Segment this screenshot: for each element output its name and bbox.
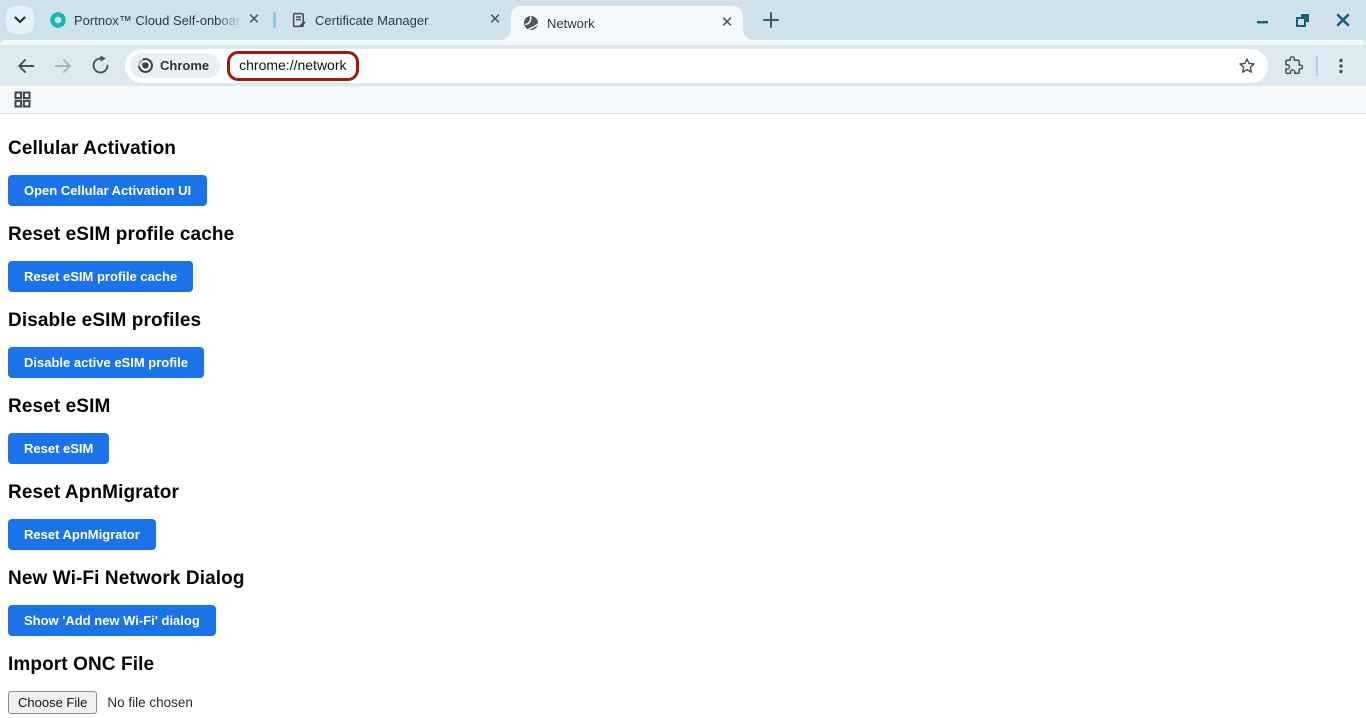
section-heading: Reset eSIM bbox=[8, 396, 111, 417]
onc-file-input-row: Choose File No file chosen bbox=[8, 691, 1366, 714]
tab-certificate-manager[interactable]: Certificate Manager ✕ bbox=[279, 3, 511, 37]
forward-button[interactable] bbox=[51, 54, 75, 78]
close-tab-icon[interactable]: ✕ bbox=[719, 15, 735, 31]
page-section: Reset eSIM Reset eSIM bbox=[8, 396, 1366, 464]
page-section: Disable eSIM profiles Disable active eSI… bbox=[8, 310, 1366, 378]
restore-icon bbox=[1296, 14, 1309, 27]
puzzle-icon bbox=[1284, 56, 1303, 75]
tab-title: Certificate Manager bbox=[315, 12, 429, 28]
section-action-button[interactable]: Show 'Add new Wi-Fi' dialog bbox=[8, 605, 216, 636]
chip-label: Chrome bbox=[160, 58, 210, 73]
reload-icon bbox=[92, 55, 108, 74]
section-heading: Cellular Activation bbox=[8, 138, 177, 159]
minimize-button[interactable] bbox=[1250, 7, 1276, 33]
forward-arrow-icon bbox=[54, 58, 71, 73]
page-section: New Wi-Fi Network Dialog Show 'Add new W… bbox=[8, 568, 1366, 636]
tab-network-active[interactable]: Network ✕ bbox=[501, 6, 753, 40]
certificate-icon bbox=[292, 12, 306, 28]
section-action-button[interactable]: Disable active eSIM profile bbox=[8, 347, 205, 378]
tab-divider bbox=[273, 12, 276, 28]
toolbar-divider bbox=[1316, 55, 1318, 76]
reload-button[interactable] bbox=[88, 54, 112, 78]
bookmark-button[interactable] bbox=[1234, 53, 1260, 79]
file-chosen-status: No file chosen bbox=[107, 695, 193, 710]
three-dot-menu-icon bbox=[1339, 58, 1343, 73]
browser-window-top: Portnox™ Cloud Self-onboardi ✕ Certifica… bbox=[0, 0, 1366, 45]
extensions-button[interactable] bbox=[1280, 53, 1306, 79]
network-debug-page: Cellular Activation Open Cellular Activa… bbox=[0, 114, 1366, 717]
tab-search-button[interactable] bbox=[6, 6, 34, 34]
browser-toolbar: Chrome chrome://network bbox=[0, 45, 1366, 86]
section-action-button[interactable]: Reset eSIM bbox=[8, 433, 110, 464]
page-section: Cellular Activation Open Cellular Activa… bbox=[8, 138, 1366, 206]
omnibox[interactable]: Chrome chrome://network bbox=[125, 48, 1268, 83]
star-icon bbox=[1239, 57, 1255, 73]
section-heading: Reset ApnMigrator bbox=[8, 482, 179, 503]
chrome-logo-icon bbox=[138, 58, 153, 73]
apps-grid-icon bbox=[14, 91, 30, 108]
globe-icon bbox=[524, 16, 539, 31]
restore-button[interactable] bbox=[1290, 7, 1316, 33]
close-icon bbox=[1336, 13, 1350, 27]
choose-file-button[interactable]: Choose File bbox=[8, 691, 98, 714]
section-action-button[interactable]: Open Cellular Activation UI bbox=[8, 175, 208, 206]
minimize-icon bbox=[1257, 21, 1268, 24]
window-controls bbox=[1250, 7, 1366, 33]
portnox-ring-icon bbox=[50, 12, 66, 28]
back-button[interactable] bbox=[14, 54, 38, 78]
chevron-down-icon bbox=[14, 16, 26, 24]
page-section: Reset eSIM profile cache Reset eSIM prof… bbox=[8, 224, 1366, 292]
url-highlight-annotation: chrome://network bbox=[227, 50, 359, 81]
back-arrow-icon bbox=[18, 58, 35, 73]
tab-strip: Portnox™ Cloud Self-onboardi ✕ Certifica… bbox=[0, 0, 1366, 40]
section-heading: Reset eSIM profile cache bbox=[8, 224, 235, 245]
bookmarks-bar bbox=[0, 86, 1366, 114]
site-chip[interactable]: Chrome bbox=[130, 53, 221, 78]
tab-title: Portnox™ Cloud Self-onboardi bbox=[74, 12, 246, 28]
section-action-button[interactable]: Reset eSIM profile cache bbox=[8, 261, 194, 292]
tab-title: Network bbox=[547, 15, 595, 31]
close-tab-icon[interactable]: ✕ bbox=[487, 12, 503, 28]
plus-icon bbox=[763, 12, 779, 28]
page-section: Import ONC File Choose File No file chose… bbox=[8, 654, 1366, 714]
tab-portnox[interactable]: Portnox™ Cloud Self-onboardi ✕ bbox=[38, 3, 270, 37]
url-text[interactable]: chrome://network bbox=[239, 57, 346, 73]
section-heading: Import ONC File bbox=[8, 654, 155, 675]
section-action-button[interactable]: Reset ApnMigrator bbox=[8, 519, 156, 550]
browser-menu-button[interactable] bbox=[1328, 53, 1354, 79]
new-tab-button[interactable] bbox=[757, 6, 785, 34]
page-section: Reset ApnMigrator Reset ApnMigrator bbox=[8, 482, 1366, 550]
section-heading: Disable eSIM profiles bbox=[8, 310, 202, 331]
close-tab-icon[interactable]: ✕ bbox=[246, 12, 262, 28]
section-heading: New Wi-Fi Network Dialog bbox=[8, 568, 245, 589]
apps-shortcut-button[interactable] bbox=[12, 90, 32, 110]
close-window-button[interactable] bbox=[1330, 7, 1356, 33]
